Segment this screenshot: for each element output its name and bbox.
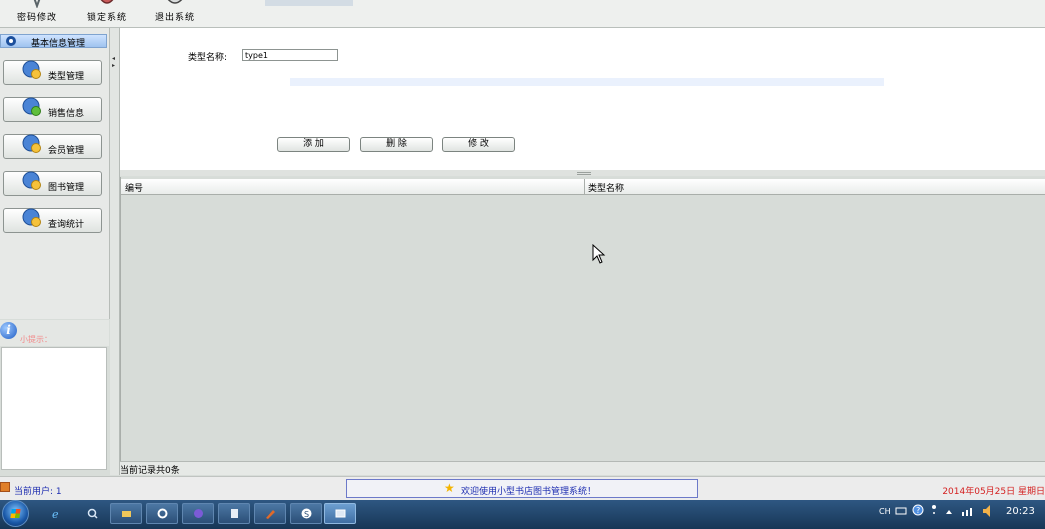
column-header-id[interactable]: 编号 (125, 181, 143, 194)
data-table[interactable] (120, 177, 1045, 461)
star-icon: ★ (444, 481, 455, 495)
sidebar-item-label: 类型管理 (48, 72, 85, 82)
password-change-label: 密码修改 (16, 13, 57, 23)
sidebar-item-type-management[interactable]: 类型管理 (3, 60, 102, 85)
lock-system-button[interactable]: 锁定系统 (78, 0, 136, 27)
network-icon[interactable] (961, 506, 973, 517)
toolbar-decoration (265, 0, 353, 6)
edit-button[interactable]: 修 改 (442, 137, 515, 152)
tip-label: 小提示： (20, 335, 52, 344)
media-icon[interactable] (182, 503, 214, 524)
settings-icon[interactable] (146, 503, 178, 524)
splitter-arrows-icon[interactable]: ◂ ▸ (112, 55, 115, 69)
show-hidden-icons-icon[interactable] (945, 508, 953, 516)
lock-system-label: 锁定系统 (86, 13, 127, 23)
vertical-splitter[interactable]: ◂ ▸ (110, 28, 120, 475)
record-count-bar: 当前记录共0条 (120, 461, 1045, 476)
current-user-label: 当前用户: 1 (14, 487, 62, 497)
document-icon[interactable] (218, 503, 250, 524)
lock-icon (100, 0, 114, 4)
svg-text:e: e (52, 508, 59, 519)
add-button[interactable]: 添 加 (277, 137, 350, 152)
welcome-message: 欢迎使用小型书店图书管理系统！ (461, 487, 597, 497)
tip-content-box (1, 347, 107, 470)
collapse-icon (6, 36, 16, 46)
type-name-label: 类型名称: (188, 53, 228, 63)
user-icon (0, 482, 10, 492)
nav-section-title: 基本信息管理 (31, 39, 86, 49)
info-icon: i (0, 322, 17, 339)
sidebar-item-label: 查询统计 (48, 220, 85, 230)
user-badge-icon (22, 208, 41, 227)
folder-icon[interactable] (110, 503, 142, 524)
table-header: 编号 类型名称 (121, 179, 1045, 195)
sidebar-item-query-statistics[interactable]: 查询统计 (3, 208, 102, 233)
exit-system-label: 退出系统 (154, 13, 195, 23)
java-app-icon[interactable] (324, 503, 356, 524)
sogou-icon[interactable]: S (290, 503, 322, 524)
ie-icon[interactable]: e (40, 503, 72, 524)
faded-overlay (290, 78, 884, 86)
svg-text:?: ? (916, 506, 920, 515)
column-divider[interactable] (584, 179, 585, 194)
key-icon (33, 0, 41, 8)
column-header-type-name[interactable]: 类型名称 (588, 181, 624, 194)
exit-system-button[interactable]: 退出系统 (146, 0, 204, 27)
sidebar-item-label: 会员管理 (48, 146, 85, 156)
help-icon[interactable]: ? (912, 504, 924, 516)
delete-button[interactable]: 删 除 (360, 137, 433, 152)
input-language-indicator[interactable]: CH (879, 507, 891, 516)
system-clock[interactable]: 20:23 (1006, 506, 1035, 517)
user-badge-icon (22, 171, 41, 190)
sidebar-item-sales-info[interactable]: 销售信息 (3, 97, 102, 122)
user-badge-icon (22, 60, 41, 79)
tray-settings-icon[interactable] (930, 503, 938, 517)
svg-text:S: S (304, 510, 309, 519)
type-name-input[interactable] (242, 49, 338, 61)
keyboard-icon[interactable] (895, 505, 907, 517)
nav-section-header[interactable]: 基本信息管理 (0, 34, 107, 49)
pen-icon[interactable] (254, 503, 286, 524)
top-toolbar: 密码修改 锁定系统 退出系统 (0, 0, 1045, 28)
sidebar-item-label: 图书管理 (48, 183, 85, 193)
user-green-icon (22, 97, 41, 116)
mouse-cursor-icon (592, 244, 606, 264)
date-display: 2014年05月25日 星期日 (942, 487, 1045, 497)
sidebar-item-label: 销售信息 (48, 109, 85, 119)
search-icon[interactable] (76, 503, 108, 524)
volume-icon[interactable] (982, 504, 994, 518)
splitter-grip-icon[interactable] (577, 172, 591, 175)
sidebar-item-book-management[interactable]: 图书管理 (3, 171, 102, 196)
sidebar-item-member-management[interactable]: 会员管理 (3, 134, 102, 159)
start-button[interactable] (2, 500, 29, 527)
horizontal-splitter[interactable] (120, 170, 1045, 176)
password-change-button[interactable]: 密码修改 (8, 0, 66, 27)
record-count-text: 当前记录共0条 (120, 466, 180, 476)
user-badge-icon (22, 134, 41, 153)
exit-icon (167, 0, 183, 4)
